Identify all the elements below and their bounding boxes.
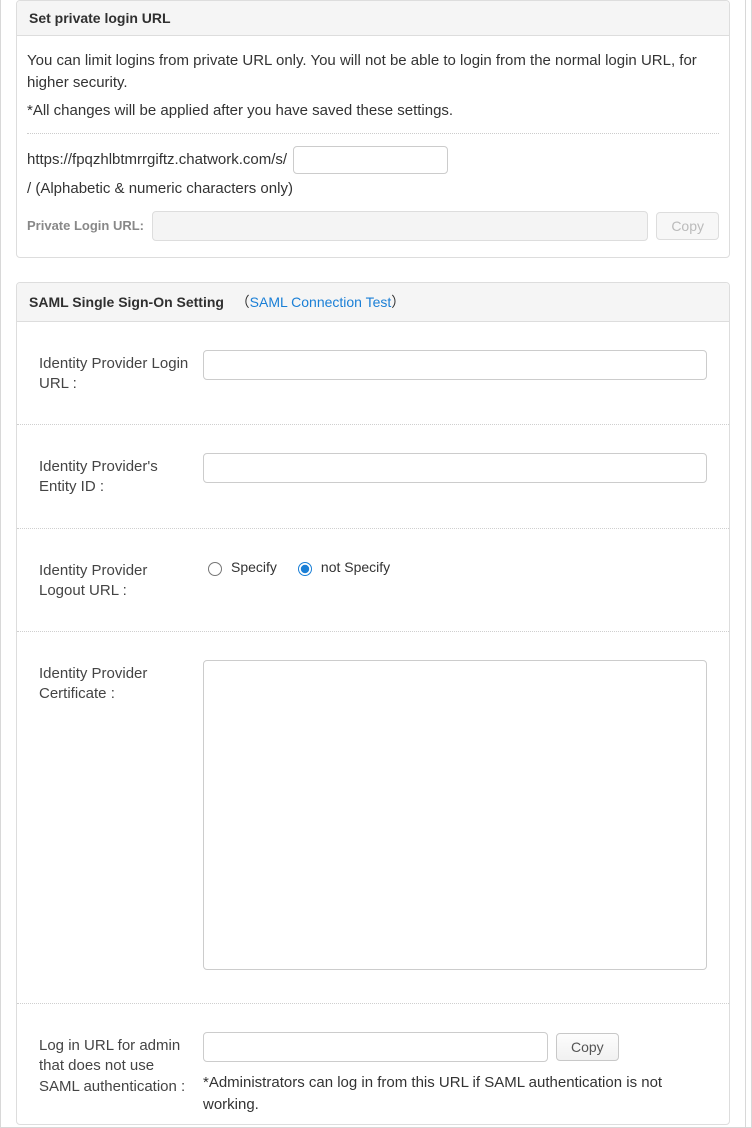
admin-copy-button[interactable]: Copy <box>556 1033 619 1061</box>
row-idp-entity-id: Identity Provider's Entity ID : <box>17 425 729 529</box>
panel-heading-private-login: Set private login URL <box>17 1 729 36</box>
row-idp-logout-url: Identity Provider Logout URL : Specify n… <box>17 529 729 633</box>
input-admin-login-url[interactable] <box>203 1032 548 1062</box>
label-idp-login-url: Identity Provider Login URL : <box>39 350 189 395</box>
paren-open: （ <box>236 294 250 310</box>
textarea-idp-certificate[interactable] <box>203 660 707 970</box>
right-border-stripe <box>745 0 751 1127</box>
label-admin-login-url: Log in URL for admin that does not use S… <box>39 1032 189 1097</box>
panel-title: Set private login URL <box>29 10 171 26</box>
panel-title-saml: SAML Single Sign-On Setting <box>29 294 224 310</box>
saml-connection-test-link[interactable]: SAML Connection Test <box>250 294 392 310</box>
radio-specify[interactable] <box>208 562 222 576</box>
row-idp-login-url: Identity Provider Login URL : <box>17 322 729 426</box>
radio-not-specify[interactable] <box>298 562 312 576</box>
separator <box>27 133 719 134</box>
radio-group-logout: Specify not Specify <box>203 557 707 576</box>
private-url-copy-label: Private Login URL: <box>27 218 144 233</box>
radio-not-specify-label[interactable]: not Specify <box>293 559 390 576</box>
admin-url-row: Copy <box>203 1032 707 1062</box>
url-suffix: / (Alphabetic & numeric characters only) <box>27 180 293 197</box>
label-idp-certificate: Identity Provider Certificate : <box>39 660 189 705</box>
private-url-input-row: https://fpqzhlbtmrrgiftz.chatwork.com/s/… <box>27 146 719 197</box>
label-idp-entity-id: Identity Provider's Entity ID : <box>39 453 189 498</box>
radio-specify-text: Specify <box>231 559 277 575</box>
private-url-readonly-input[interactable] <box>152 211 648 241</box>
radio-specify-label[interactable]: Specify <box>203 559 277 576</box>
copy-button[interactable]: Copy <box>656 212 719 240</box>
private-url-slug-input[interactable] <box>293 146 448 174</box>
url-prefix: https://fpqzhlbtmrrgiftz.chatwork.com/s/ <box>27 151 287 168</box>
paren-close: ） <box>391 294 405 310</box>
label-idp-logout-url: Identity Provider Logout URL : <box>39 557 189 602</box>
input-idp-entity-id[interactable] <box>203 453 707 483</box>
admin-login-note: *Administrators can log in from this URL… <box>203 1072 707 1116</box>
panel-private-login-url: Set private login URL You can limit logi… <box>16 0 730 258</box>
private-url-copy-row: Private Login URL: Copy <box>27 211 719 241</box>
private-login-note: *All changes will be applied after you h… <box>27 102 719 119</box>
input-idp-login-url[interactable] <box>203 350 707 380</box>
row-idp-certificate: Identity Provider Certificate : <box>17 632 729 1004</box>
panel-saml-settings: SAML Single Sign-On Setting （SAML Connec… <box>16 282 730 1125</box>
radio-not-specify-text: not Specify <box>321 559 390 575</box>
row-admin-login-url: Log in URL for admin that does not use S… <box>17 1004 729 1124</box>
private-login-description: You can limit logins from private URL on… <box>27 50 719 94</box>
panel-heading-saml: SAML Single Sign-On Setting （SAML Connec… <box>17 283 729 322</box>
